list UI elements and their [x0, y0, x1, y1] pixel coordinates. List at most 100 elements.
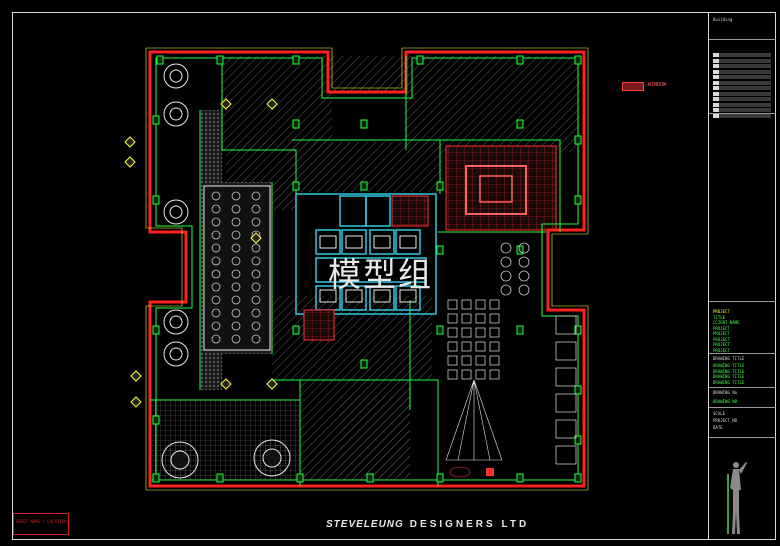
table-seat	[461, 327, 472, 338]
field-date: DATE	[713, 425, 723, 430]
section-marker-icon	[124, 156, 136, 168]
column	[416, 55, 424, 65]
sheet-label-box: SHEET NAME / LOCATION	[13, 513, 69, 535]
revision-row	[713, 53, 771, 57]
column	[436, 181, 444, 191]
column	[516, 473, 524, 483]
booth	[555, 393, 577, 413]
column	[216, 55, 224, 65]
round-seat	[518, 270, 530, 282]
bar-area	[445, 379, 503, 478]
round-table-center	[169, 69, 183, 83]
drawing-title-line: DRAWING TITLE	[713, 379, 745, 385]
round-seat	[500, 242, 512, 254]
table-seat	[475, 355, 486, 366]
round-tables	[163, 63, 189, 367]
round-table-center	[169, 205, 183, 219]
column	[574, 55, 582, 65]
brand-suffix: DESIGNERS LTD	[409, 519, 530, 530]
table-seat	[447, 355, 458, 366]
column	[436, 473, 444, 483]
drawing-title-label: DRAWING TITLE	[713, 356, 745, 361]
table-seat	[489, 327, 500, 338]
column	[574, 135, 582, 145]
column	[216, 473, 224, 483]
brand-name: STEVELEUNG	[326, 519, 404, 530]
drawing-no-label: DRAWING No	[713, 390, 738, 395]
table-seat	[447, 327, 458, 338]
revision-row	[713, 102, 771, 107]
column	[360, 181, 368, 191]
modulor-figure-icon	[727, 462, 747, 534]
revision-row	[713, 64, 771, 68]
revision-row	[713, 75, 771, 79]
round-table-center	[169, 315, 183, 329]
round-table	[163, 101, 189, 127]
watermark: 模型组	[328, 255, 433, 294]
column	[360, 359, 368, 369]
round-table	[163, 63, 189, 89]
table-seat	[475, 299, 486, 310]
drawing-no: DRAWING NO	[713, 399, 738, 404]
column	[152, 115, 160, 125]
right-seating	[447, 242, 577, 465]
revision-row	[713, 108, 771, 112]
table-seat	[475, 313, 486, 324]
brand-logo: STEVELEUNG DESIGNERS LTD	[326, 519, 529, 530]
column	[574, 195, 582, 205]
table-seat	[447, 299, 458, 310]
table-seat	[461, 341, 472, 352]
field-project-no: PROJECT_NO	[713, 418, 738, 423]
table-seat	[489, 355, 500, 366]
booth	[555, 341, 577, 361]
column	[152, 415, 160, 425]
column	[366, 473, 374, 483]
table-seat	[489, 341, 500, 352]
revision-row	[713, 91, 771, 96]
revision-row	[713, 97, 771, 101]
booth	[555, 367, 577, 387]
column	[156, 55, 164, 65]
column	[152, 325, 160, 335]
section-marker-icon	[124, 136, 136, 148]
field-scale: SCALE	[713, 411, 726, 416]
revision-row	[713, 86, 771, 90]
booth	[555, 419, 577, 439]
column	[574, 473, 582, 483]
column	[296, 473, 304, 483]
project-line: CLIENT NAME	[713, 320, 740, 325]
column	[292, 119, 300, 129]
table-seat	[489, 299, 500, 310]
table-seat	[461, 369, 472, 380]
table-seat	[489, 313, 500, 324]
table-seat	[447, 341, 458, 352]
revision-row	[713, 113, 771, 118]
column	[436, 325, 444, 335]
revision-list	[713, 53, 771, 119]
column	[516, 55, 524, 65]
table-seat	[475, 369, 486, 380]
revision-row	[713, 58, 771, 63]
booth	[555, 315, 577, 335]
column	[360, 119, 368, 129]
table-seat	[461, 355, 472, 366]
table-seat	[461, 313, 472, 324]
booth	[555, 445, 577, 465]
round-table	[163, 341, 189, 367]
round-table-center	[169, 107, 183, 121]
table-seat	[447, 369, 458, 380]
drawing-title-line: DRAWING TITLE	[713, 374, 745, 379]
legend-label: WINDOW	[648, 82, 667, 88]
column	[516, 325, 524, 335]
revision-row	[713, 80, 771, 85]
tb-top-label: Building	[713, 17, 733, 22]
drawing-title-lines: DRAWING TITLE DRAWING TITLE DRAWING TITLE D…	[713, 363, 744, 385]
section-marker-icon	[130, 396, 142, 408]
column	[436, 245, 444, 255]
red-grid-zone	[445, 145, 557, 231]
round-seat	[500, 284, 512, 296]
round-table	[163, 199, 189, 225]
round-table-center	[169, 347, 183, 361]
table-seat	[489, 369, 500, 380]
revision-row	[713, 69, 771, 74]
